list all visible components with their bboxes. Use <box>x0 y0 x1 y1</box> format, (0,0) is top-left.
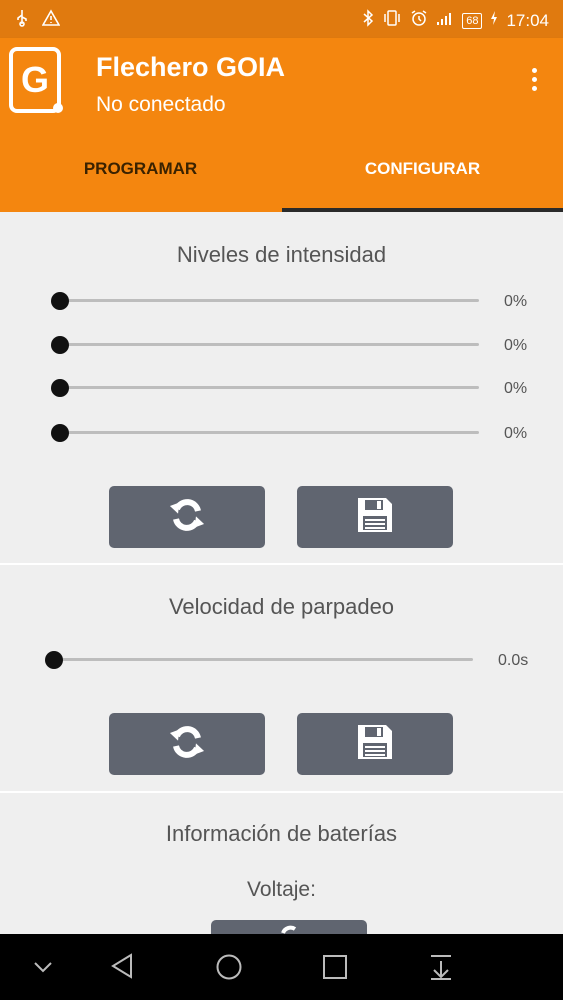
usb-icon <box>14 9 30 32</box>
app-logo: G <box>9 47 63 113</box>
app-title: Flechero GOIA <box>96 52 286 82</box>
logo-dot <box>53 103 63 113</box>
back-icon[interactable] <box>109 952 135 985</box>
blink-speed-slider-thumb[interactable] <box>45 651 63 669</box>
intensity-slider-1[interactable] <box>58 299 479 302</box>
blink-speed-value: 0.0s <box>498 652 529 669</box>
logo-letter: G <box>20 59 49 100</box>
bluetooth-icon <box>362 9 374 32</box>
blink-save-button[interactable] <box>297 713 453 775</box>
home-icon[interactable] <box>215 953 243 986</box>
intensity-slider-2-thumb[interactable] <box>51 336 69 354</box>
overflow-menu-icon[interactable] <box>529 68 539 91</box>
alarm-icon <box>410 9 428 32</box>
intensity-save-button[interactable] <box>297 486 453 548</box>
intensity-slider-1-value: 0% <box>504 293 528 310</box>
intensity-refresh-button[interactable] <box>109 486 265 548</box>
connection-status: No conectado <box>96 93 226 116</box>
warning-icon <box>41 9 61 32</box>
intensity-section-title: Niveles de intensidad <box>176 242 387 267</box>
clock: 17:04 <box>506 10 549 30</box>
intensity-slider-1-thumb[interactable] <box>51 292 69 310</box>
tab-selected-indicator <box>282 208 563 212</box>
app-bar: G Flechero GOIA No conectado <box>0 38 563 126</box>
status-bar: 68 17:04 <box>0 0 563 38</box>
intensity-slider-2-value: 0% <box>504 337 528 354</box>
signal-icon <box>436 10 454 31</box>
section-divider <box>0 791 563 793</box>
save-icon <box>356 723 394 766</box>
intensity-slider-4-thumb[interactable] <box>51 424 69 442</box>
intensity-slider-4[interactable] <box>58 431 479 434</box>
navigation-bar <box>0 934 563 1000</box>
refresh-icon <box>168 496 206 539</box>
section-divider <box>0 563 563 565</box>
save-icon <box>356 496 394 539</box>
blink-speed-slider[interactable] <box>52 658 473 661</box>
battery-section-title: Información de baterías <box>165 821 398 846</box>
voltage-label: Voltaje: <box>247 878 316 901</box>
vibrate-icon <box>382 9 402 32</box>
hide-nav-icon[interactable] <box>32 956 54 983</box>
intensity-slider-2[interactable] <box>58 343 479 346</box>
intensity-slider-3[interactable] <box>58 386 479 389</box>
blink-refresh-button[interactable] <box>109 713 265 775</box>
notifications-pull-icon[interactable] <box>428 953 454 986</box>
tab-configurar[interactable]: CONFIGURAR <box>282 126 563 212</box>
tab-programar[interactable]: PROGRAMAR <box>0 126 281 212</box>
recent-apps-icon[interactable] <box>322 954 348 985</box>
intensity-slider-3-value: 0% <box>504 380 528 397</box>
battery-indicator: 68 <box>462 12 483 29</box>
tab-bar: PROGRAMAR CONFIGURAR <box>0 126 563 212</box>
intensity-slider-3-thumb[interactable] <box>51 379 69 397</box>
charging-icon <box>490 11 498 30</box>
blink-section-title: Velocidad de parpadeo <box>168 594 395 619</box>
refresh-icon <box>168 723 206 766</box>
intensity-slider-4-value: 0% <box>504 425 528 442</box>
